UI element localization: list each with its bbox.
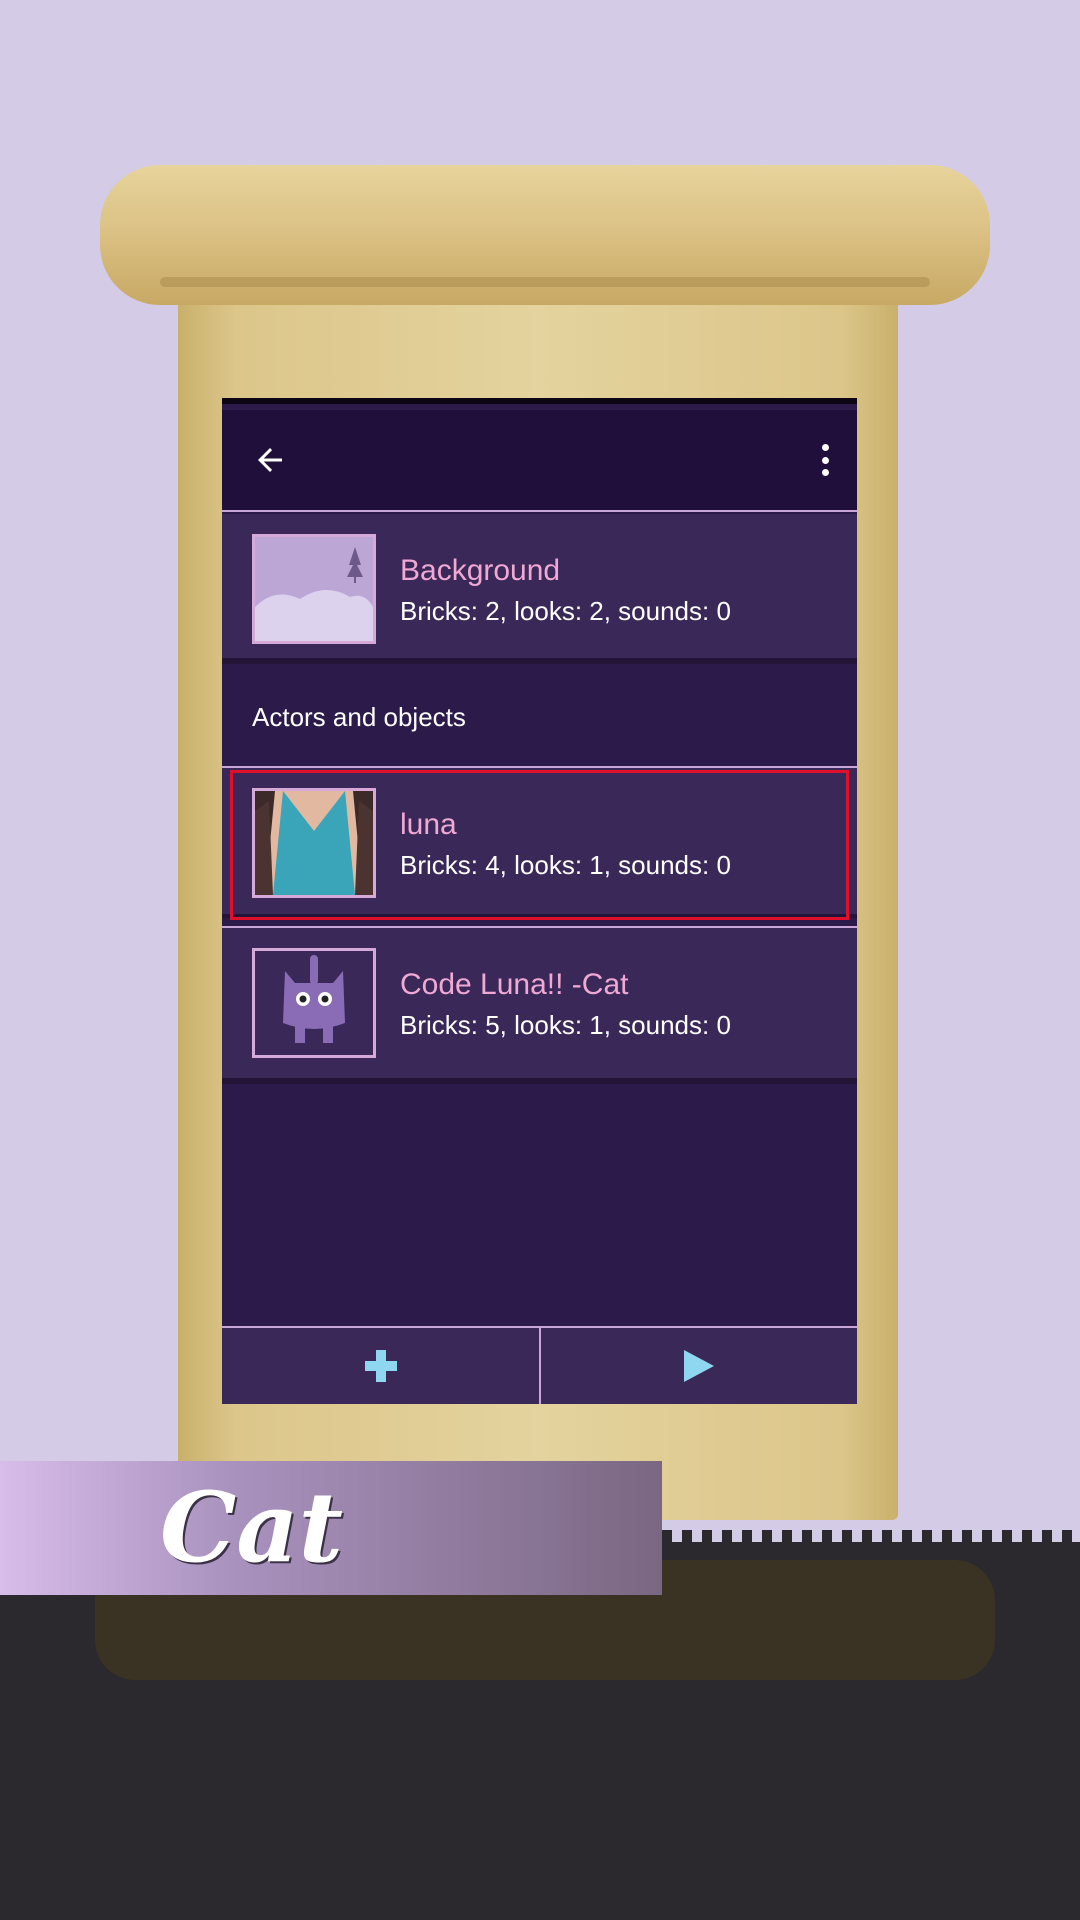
section-label: Actors and objects [252,702,466,732]
play-button[interactable] [540,1328,857,1404]
object-details: Bricks: 5, looks: 1, sounds: 0 [400,1010,731,1040]
more-vert-icon[interactable] [815,438,835,482]
section-header: Actors and objects [222,670,857,768]
background-details: Bricks: 2, looks: 2, sounds: 0 [400,596,731,626]
arrow-left-icon[interactable] [250,440,290,480]
add-button[interactable] [222,1328,541,1404]
plus-icon [364,1350,397,1382]
background-thumbnail [252,534,376,644]
app-toolbar [222,410,857,512]
background-item[interactable]: Background Bricks: 2, looks: 2, sounds: … [222,514,857,664]
object-name: luna [400,808,457,841]
object-details: Bricks: 4, looks: 1, sounds: 0 [400,850,731,880]
luna-thumbnail [252,788,376,898]
background-name: Background [400,554,561,587]
caption-text: Cat [160,1471,343,1584]
parchment-roll [100,165,990,305]
bottom-bar [222,1326,857,1404]
play-icon [683,1350,714,1382]
object-item-cat[interactable]: Code Luna!! -Cat Bricks: 5, looks: 1, so… [222,926,857,1084]
cat-thumbnail [252,948,376,1058]
ground-edge [662,1530,1080,1544]
object-name: Code Luna!! -Cat [400,968,629,1001]
app-screen: Background Bricks: 2, looks: 2, sounds: … [222,398,857,1404]
object-item-luna[interactable]: luna Bricks: 4, looks: 1, sounds: 0 [222,768,857,918]
caption-banner: Cat [0,1461,662,1595]
